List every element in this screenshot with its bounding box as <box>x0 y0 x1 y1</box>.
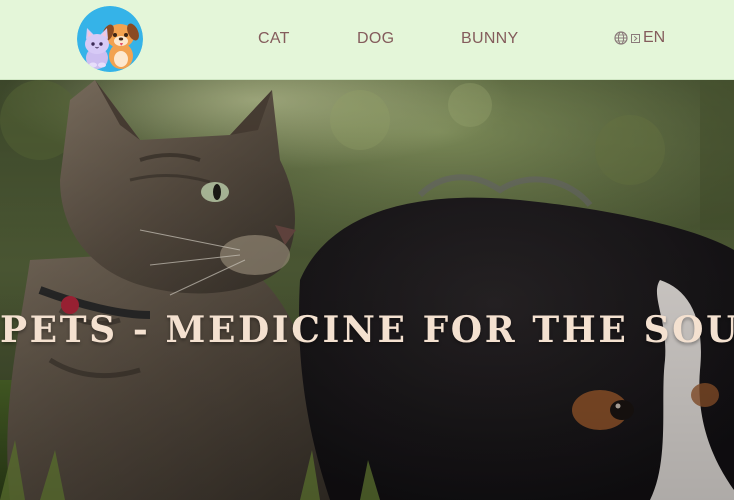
nav-cat-link[interactable]: CAT <box>258 29 290 49</box>
hero-banner: PETS - MEDICINE FOR THE SOUL <box>0 80 734 500</box>
site-header: CAT DOG BUNNY EN <box>0 0 734 80</box>
hero-title: PETS - MEDICINE FOR THE SOUL <box>0 309 734 351</box>
nav-bunny-link[interactable]: BUNNY <box>461 29 519 49</box>
language-selector[interactable]: EN <box>614 28 665 48</box>
dropdown-arrow-icon <box>631 33 640 43</box>
cat-and-puppy-photo <box>0 80 734 500</box>
nav-dog-link[interactable]: DOG <box>357 29 394 49</box>
globe-icon <box>614 31 628 45</box>
cat-dog-logo-icon <box>77 6 143 72</box>
logo[interactable] <box>77 6 143 72</box>
language-label: EN <box>643 29 666 46</box>
